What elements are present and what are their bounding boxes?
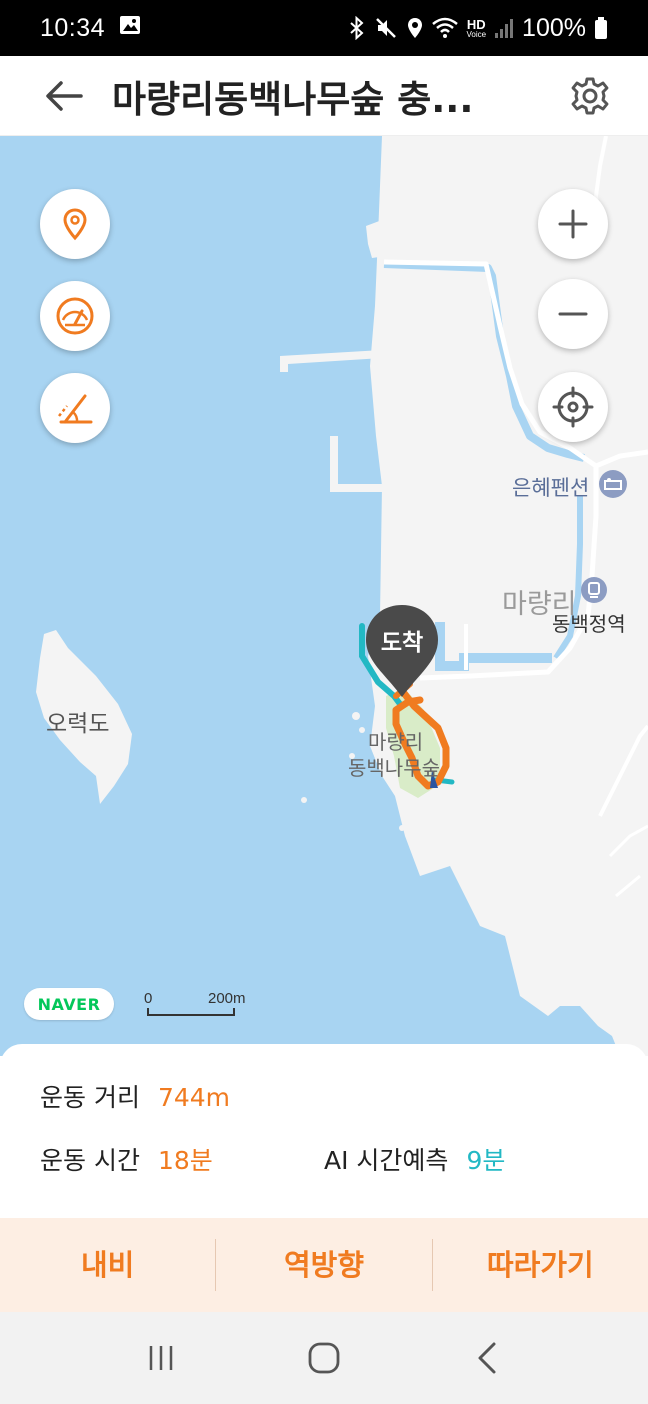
app-screen: 10:34 HD Voice 100% 마량리동백나무숲 충... 오력도 은혜…: [0, 0, 648, 1404]
system-back-button[interactable]: [447, 1328, 527, 1388]
ai-prediction-label: AI 시간예측: [324, 1146, 449, 1175]
pension-label: 은혜펜션: [512, 476, 590, 500]
speed-button[interactable]: [40, 281, 110, 351]
chevron-left-icon: [478, 1342, 496, 1374]
distance-row: 운동 거리 744m: [40, 1078, 230, 1114]
home-icon: [308, 1342, 340, 1374]
map-scale: 0 200m: [144, 990, 264, 1020]
slope-button[interactable]: [40, 373, 110, 443]
recent-apps-button[interactable]: [121, 1328, 201, 1388]
navi-button[interactable]: 내비: [0, 1239, 215, 1291]
distance-value: 744m: [157, 1083, 231, 1112]
mute-icon: [374, 16, 398, 40]
back-button[interactable]: [34, 66, 94, 126]
status-bar: 10:34 HD Voice 100%: [0, 0, 648, 56]
gear-icon: [571, 77, 609, 115]
ai-prediction-value: 9분: [466, 1146, 506, 1175]
forest-label-line1: 마량리: [368, 730, 424, 754]
status-time: 10:34: [40, 13, 106, 42]
hotel-icon: [598, 469, 628, 499]
battery-percent: 100%: [522, 13, 586, 42]
naver-logo: NAVER: [24, 988, 114, 1020]
follow-button[interactable]: 따라가기: [433, 1239, 648, 1291]
scale-end: 200m: [208, 990, 246, 1007]
zoom-in-icon: [558, 209, 588, 239]
image-notification-icon: [119, 14, 141, 42]
scale-bar: [147, 1008, 235, 1016]
map-view[interactable]: 오력도 은혜펜션 마량리 동백정역 마량리 동백나무숲 도착 NAVER 0 2…: [0, 136, 648, 1056]
wifi-icon: [432, 17, 459, 39]
zoom-out-icon: [558, 312, 588, 316]
speedometer-icon: [56, 297, 94, 335]
hd-voice-icon: HD Voice: [466, 18, 486, 39]
signal-icon: [494, 17, 514, 39]
location-pin-icon: [63, 208, 87, 241]
island-label: 오력도: [46, 711, 110, 737]
location-status-icon: [406, 16, 424, 40]
slope-icon: [58, 394, 93, 424]
distance-label: 운동 거리: [40, 1083, 140, 1112]
hd-label: HD: [466, 16, 486, 32]
reverse-button[interactable]: 역방향: [216, 1239, 431, 1291]
time-value: 18분: [157, 1146, 213, 1175]
crosshair-icon: [552, 386, 594, 428]
station-label: 동백정역: [552, 612, 626, 636]
arrival-marker[interactable]: 도착: [364, 603, 440, 703]
my-location-button[interactable]: [538, 372, 608, 442]
battery-icon: [594, 16, 608, 40]
exercise-info-panel: 운동 거리 744m 운동 시간 18분 AI 시간예측 9분: [0, 1044, 648, 1219]
recent-apps-icon: [150, 1346, 173, 1370]
page-title: 마량리동백나무숲 충...: [112, 77, 474, 121]
back-arrow-icon: [46, 80, 83, 111]
forest-label-line2: 동백나무숲: [348, 756, 440, 780]
system-nav-bar: [0, 1312, 648, 1404]
action-bar: 내비 역방향 따라가기: [0, 1218, 648, 1312]
voice-label: Voice: [466, 29, 487, 39]
time-row: 운동 시간 18분: [40, 1141, 213, 1177]
time-label: 운동 시간: [40, 1146, 140, 1175]
zoom-out-button[interactable]: [538, 279, 608, 349]
scale-start: 0: [144, 990, 153, 1007]
ai-prediction-row: AI 시간예측 9분: [324, 1141, 505, 1177]
zoom-in-button[interactable]: [538, 189, 608, 259]
bluetooth-icon: [348, 16, 366, 40]
app-header: 마량리동백나무숲 충...: [0, 56, 648, 136]
settings-button[interactable]: [562, 68, 618, 124]
home-button[interactable]: [284, 1328, 364, 1388]
location-pin-button[interactable]: [40, 189, 110, 259]
train-icon: [580, 576, 608, 604]
arrival-label: 도착: [380, 630, 424, 656]
